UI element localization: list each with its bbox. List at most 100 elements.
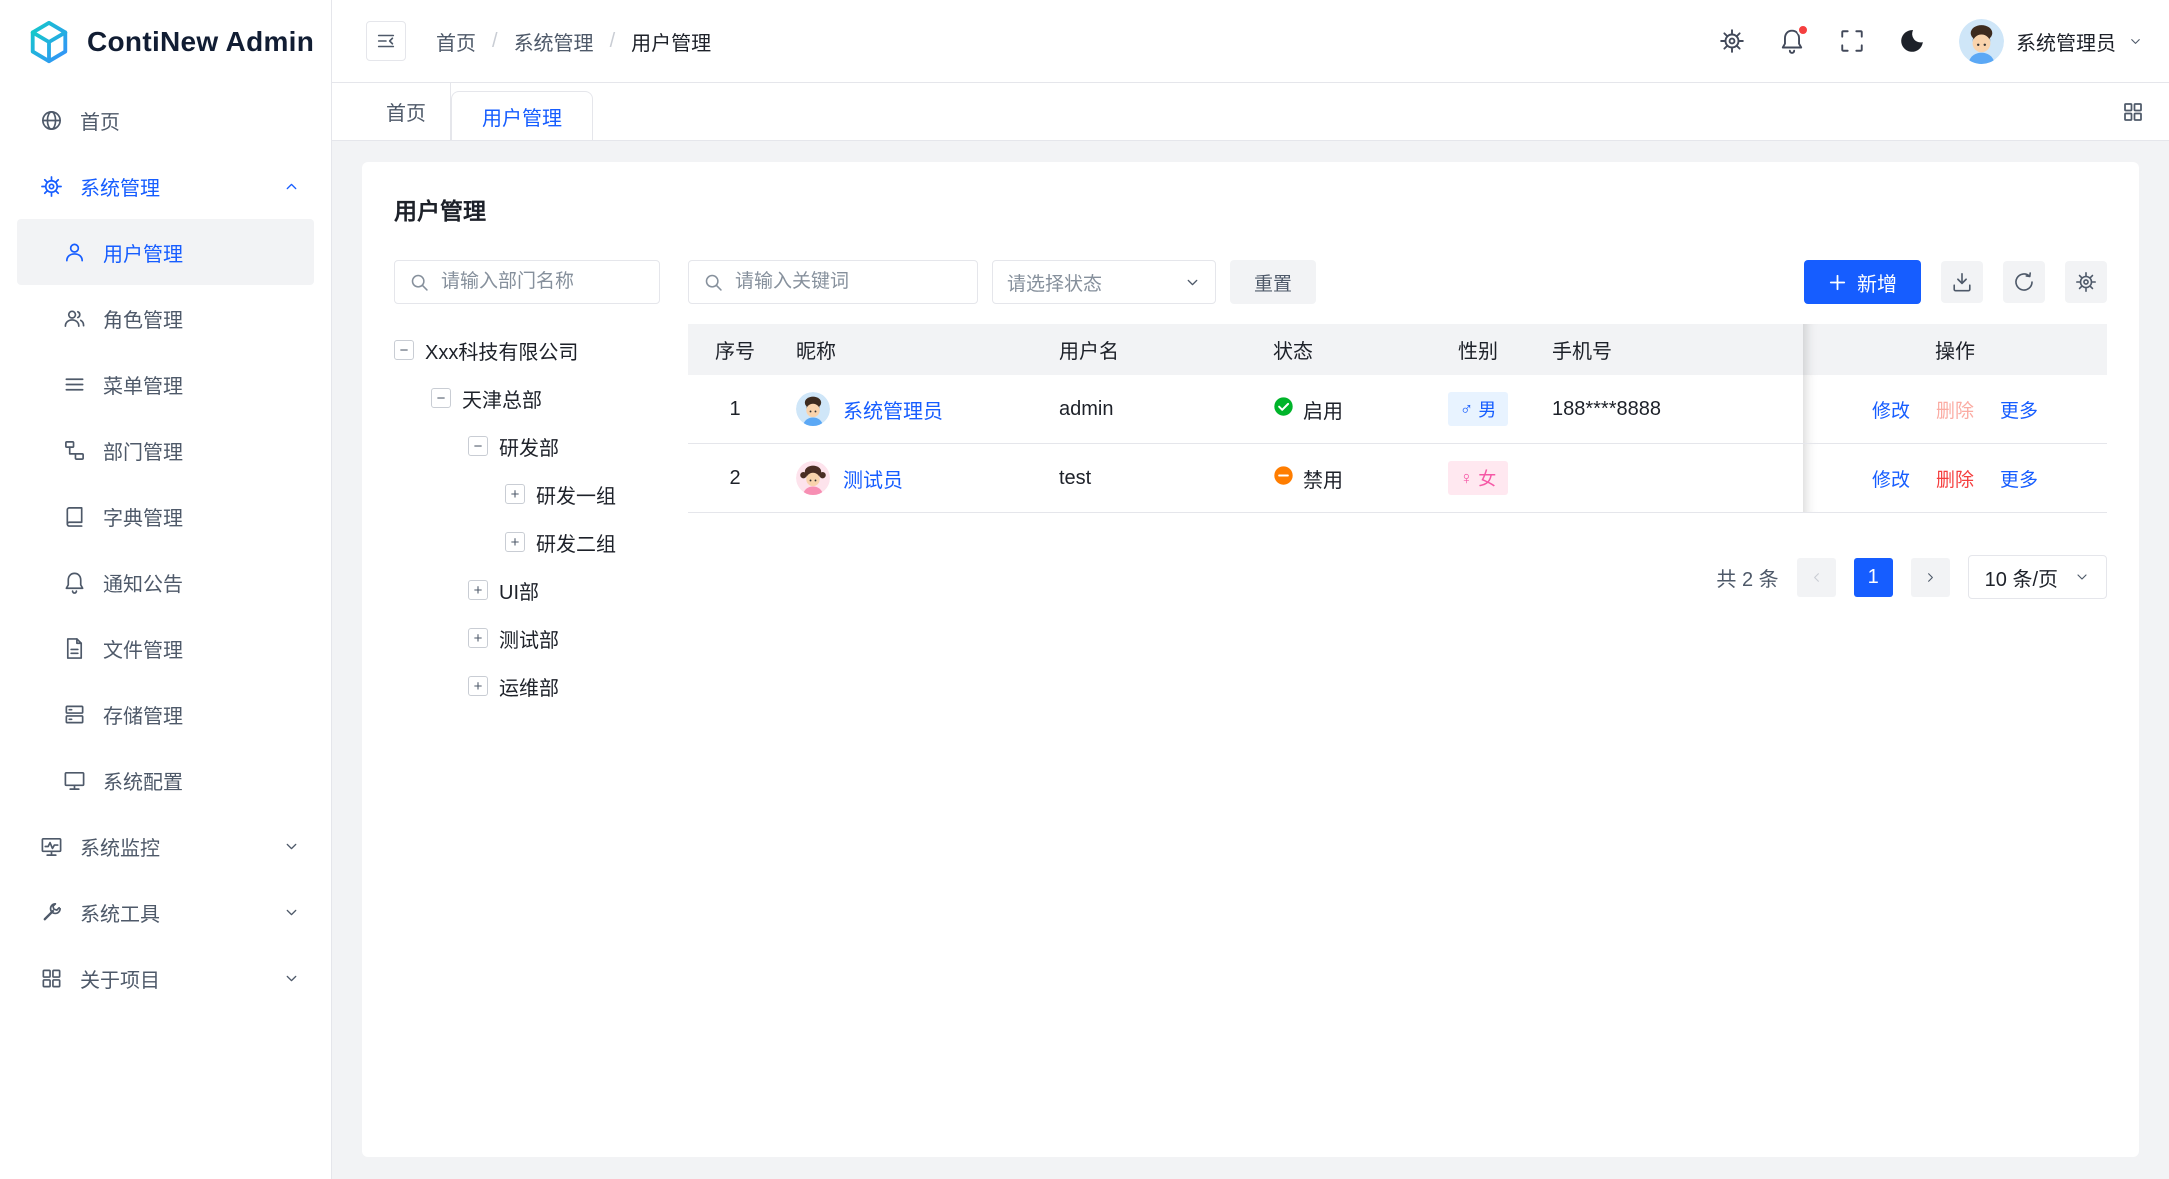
export-button[interactable] <box>1941 261 1983 303</box>
sidebar-item-notice[interactable]: 通知公告 <box>17 549 314 615</box>
reset-button[interactable]: 重置 <box>1230 260 1316 304</box>
keyword-search-input[interactable] <box>689 261 977 303</box>
sidebar-item-system-tools[interactable]: 系统工具 <box>17 879 314 945</box>
tree-expand-icon[interactable]: + <box>505 484 525 504</box>
sidebar-item-label: 存储管理 <box>103 700 300 729</box>
delete-link[interactable]: 删除 <box>1936 465 1974 492</box>
page-size-select[interactable]: 10 条/页 <box>1968 555 2107 599</box>
sidebar-item-user-management[interactable]: 用户管理 <box>17 219 314 285</box>
settings-icon <box>2075 271 2097 293</box>
tool-icon <box>40 901 63 924</box>
chevron-down-icon <box>283 838 300 855</box>
tree-node-label: 研发部 <box>499 432 559 461</box>
tree-node[interactable]: + 研发一组 <box>394 470 660 518</box>
tree-collapse-icon[interactable]: − <box>431 388 451 408</box>
menu-lines-icon <box>63 373 86 396</box>
sidebar-item-label: 部门管理 <box>103 436 300 465</box>
dark-mode-moon-icon[interactable] <box>1899 28 1925 54</box>
sidebar-item-system-management[interactable]: 系统管理 <box>17 153 314 219</box>
app-logo-icon <box>26 19 72 65</box>
cell-status: 禁用 <box>1259 444 1418 513</box>
tree-collapse-icon[interactable]: − <box>468 436 488 456</box>
logo[interactable]: ContiNew Admin <box>0 0 331 83</box>
sidebar-collapse-button[interactable] <box>366 21 406 61</box>
nickname-link[interactable]: 系统管理员 <box>843 395 943 424</box>
table-row[interactable]: 2 测试员 tes <box>688 444 2107 513</box>
sidebar-item-label: 文件管理 <box>103 634 300 663</box>
chevron-right-icon <box>1923 570 1938 585</box>
edit-link[interactable]: 修改 <box>1872 396 1910 423</box>
col-header-nickname: 昵称 <box>782 324 1045 375</box>
table-row[interactable]: 1 系统管理员 a <box>688 375 2107 444</box>
sidebar-item-system-monitor[interactable]: 系统监控 <box>17 813 314 879</box>
sidebar-item-label: 通知公告 <box>103 568 300 597</box>
chevron-down-icon <box>1184 274 1201 291</box>
users-icon <box>63 307 86 330</box>
dept-search-input[interactable] <box>395 261 659 303</box>
sidebar-item-label: 角色管理 <box>103 304 300 333</box>
tree-expand-icon[interactable]: + <box>468 628 488 648</box>
sidebar-item-dict-management[interactable]: 字典管理 <box>17 483 314 549</box>
breadcrumb-item[interactable]: 系统管理 <box>514 27 594 56</box>
status-enabled-icon <box>1273 396 1294 423</box>
search-icon <box>703 272 724 293</box>
dept-search-box <box>394 260 660 304</box>
tree-collapse-icon[interactable]: − <box>394 340 414 360</box>
more-link[interactable]: 更多 <box>2000 396 2038 423</box>
col-header-phone: 手机号 <box>1538 324 1784 375</box>
sidebar-item-menu-management[interactable]: 菜单管理 <box>17 351 314 417</box>
cell-index: 2 <box>688 444 782 513</box>
nickname-link[interactable]: 测试员 <box>843 464 903 493</box>
notification-bell-icon[interactable] <box>1779 28 1805 54</box>
sidebar-item-home[interactable]: 首页 <box>17 87 314 153</box>
sidebar-item-dept-management[interactable]: 部门管理 <box>17 417 314 483</box>
column-settings-button[interactable] <box>2065 261 2107 303</box>
tree-node[interactable]: + UI部 <box>394 566 660 614</box>
tab-home[interactable]: 首页 <box>362 83 451 140</box>
tab-user-management[interactable]: 用户管理 <box>451 91 593 140</box>
tree-expand-icon[interactable]: + <box>468 580 488 600</box>
tree-node[interactable]: + 研发二组 <box>394 518 660 566</box>
cell-phone: 188****8888 <box>1538 375 1784 444</box>
tree-node-label: Xxx科技有限公司 <box>425 336 578 365</box>
tree-expand-icon[interactable]: + <box>468 676 488 696</box>
chevron-left-icon <box>1809 570 1824 585</box>
breadcrumb-item[interactable]: 首页 <box>436 27 476 56</box>
tree-node-label: UI部 <box>499 576 539 605</box>
fullscreen-icon[interactable] <box>1839 28 1865 54</box>
settings-icon[interactable] <box>1719 28 1745 54</box>
sidebar-item-label: 首页 <box>80 106 300 135</box>
col-header-filler <box>1784 324 1803 375</box>
status-select[interactable]: 请选择状态 <box>992 260 1216 304</box>
next-page-button[interactable] <box>1911 558 1950 597</box>
user-name: 系统管理员 <box>2016 27 2116 56</box>
more-link[interactable]: 更多 <box>2000 465 2038 492</box>
add-button[interactable]: 新增 <box>1804 260 1921 304</box>
sidebar-item-file-management[interactable]: 文件管理 <box>17 615 314 681</box>
sidebar-item-system-config[interactable]: 系统配置 <box>17 747 314 813</box>
tree-node-label: 天津总部 <box>462 384 542 413</box>
page-number-button[interactable]: 1 <box>1854 558 1893 597</box>
tree-node[interactable]: − 天津总部 <box>394 374 660 422</box>
sidebar-item-role-management[interactable]: 角色管理 <box>17 285 314 351</box>
sidebar-item-storage-management[interactable]: 存储管理 <box>17 681 314 747</box>
home-icon <box>40 109 63 132</box>
cell-status: 启用 <box>1259 375 1418 444</box>
tab-actions-grid-icon[interactable] <box>2121 100 2145 124</box>
tree-node[interactable]: − Xxx科技有限公司 <box>394 326 660 374</box>
refresh-button[interactable] <box>2003 261 2045 303</box>
topbar-actions: 系统管理员 <box>1719 19 2143 64</box>
notification-badge-dot <box>1797 24 1809 36</box>
chevron-down-icon <box>283 904 300 921</box>
prev-page-button[interactable] <box>1797 558 1836 597</box>
tree-node[interactable]: + 测试部 <box>394 614 660 662</box>
sidebar-item-about[interactable]: 关于项目 <box>17 945 314 1011</box>
tree-node[interactable]: + 运维部 <box>394 662 660 710</box>
tree-node[interactable]: − 研发部 <box>394 422 660 470</box>
user-menu[interactable]: 系统管理员 <box>1959 19 2143 64</box>
edit-link[interactable]: 修改 <box>1872 465 1910 492</box>
col-header-gender: 性别 <box>1418 324 1538 375</box>
table-toolbar: 新增 <box>1804 260 2107 304</box>
tree-expand-icon[interactable]: + <box>505 532 525 552</box>
cell-nickname: 系统管理员 <box>782 375 1045 444</box>
